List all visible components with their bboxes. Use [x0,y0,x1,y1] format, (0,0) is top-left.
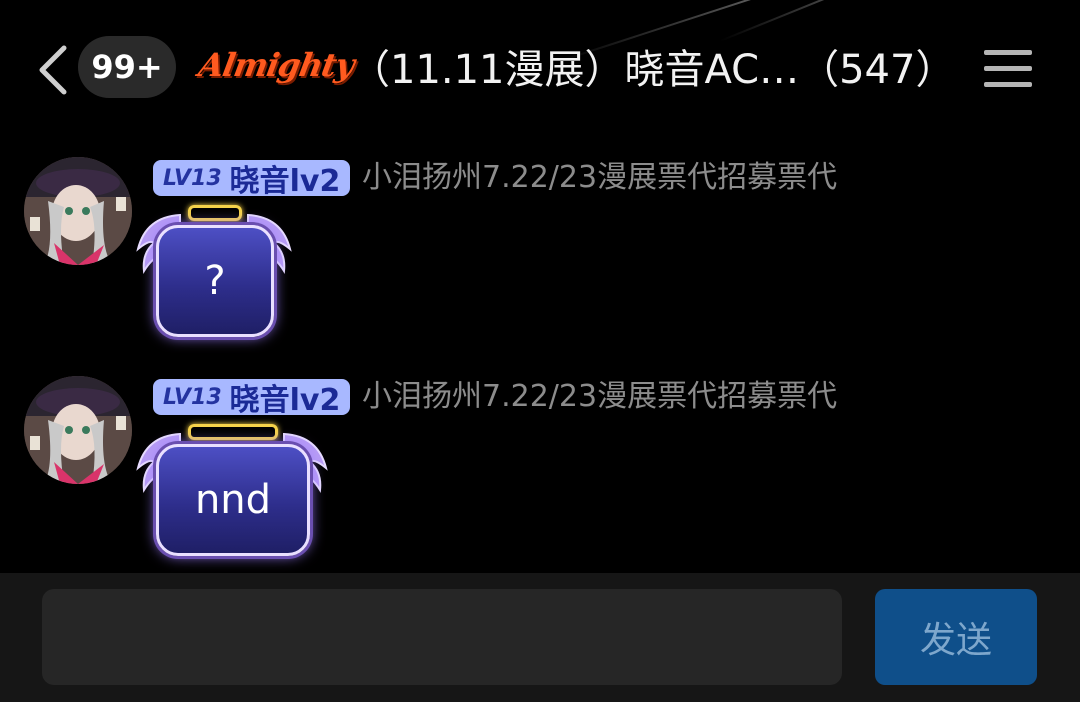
message-input[interactable] [42,589,842,685]
avatar[interactable] [24,376,132,484]
level-tag: LV13 晓音lv2 [153,379,351,418]
avatar[interactable] [24,157,132,265]
avatar-image [24,157,132,265]
chat-title[interactable]: （11.11漫展）晓音AC…（547） [350,42,970,98]
member-name: 晓音lv2 [229,383,341,418]
group-logo: Almighty [195,46,357,84]
level-tag: LV13 晓音lv2 [153,160,351,199]
level-value: LV13 [163,165,222,191]
back-chevron-icon[interactable] [34,44,74,96]
background-streak [719,0,860,42]
message-item: LV13 晓音lv2 小泪扬州7.22/23漫展票代招募票代 ? [0,157,1080,357]
unread-count-badge[interactable]: 99+ [78,36,176,98]
message-item: LV13 晓音lv2 小泪扬州7.22/23漫展票代招募票代 nnd [0,376,1080,576]
level-value: LV13 [163,384,222,410]
composer-bar: 发送 [0,573,1080,702]
message-text: nnd [156,444,310,556]
sender-title: 小泪扬州7.22/23漫展票代招募票代 [362,160,838,195]
hamburger-menu-icon[interactable] [984,48,1032,88]
member-name: 晓音lv2 [229,164,341,199]
halo-icon [188,424,278,440]
halo-icon [188,205,242,221]
sender-title: 小泪扬州7.22/23漫展票代招募票代 [362,379,838,414]
message-text: ? [156,225,274,337]
top-bar: 99+ Almighty （11.11漫展）晓音AC…（547） [0,0,1080,140]
avatar-image [24,376,132,484]
send-button[interactable]: 发送 [875,589,1037,685]
